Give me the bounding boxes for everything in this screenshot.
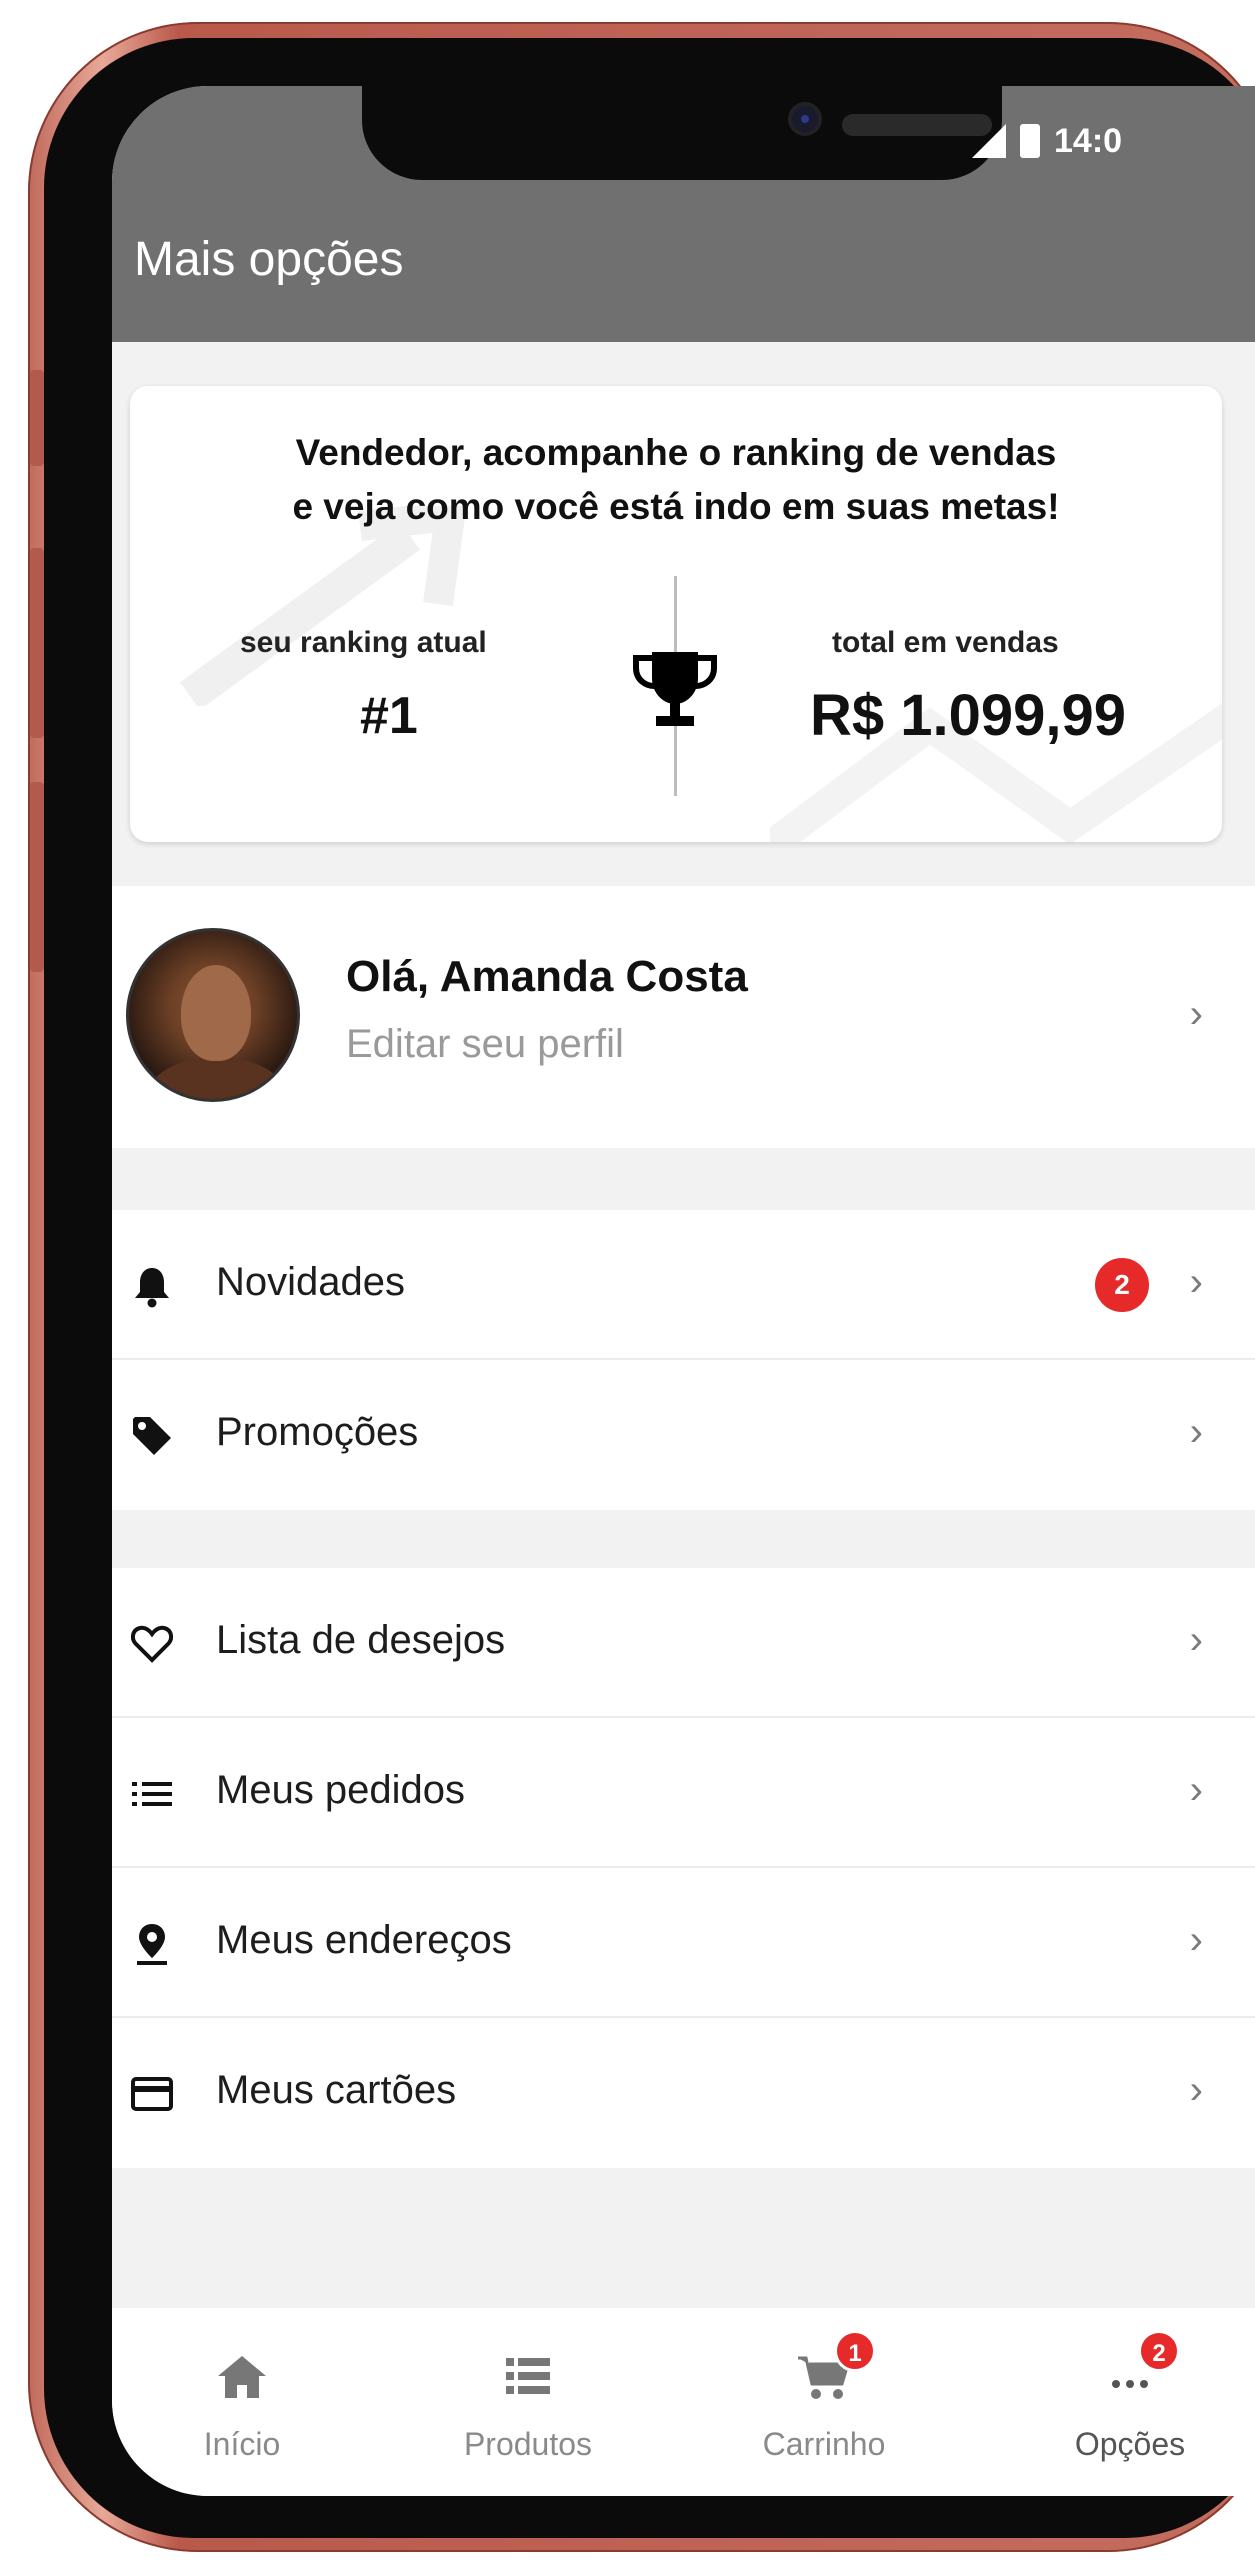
nav-opcoes[interactable]: 2 Opções	[1030, 2308, 1230, 2496]
bell-icon	[135, 1268, 169, 1308]
menu-group-account: Lista de desejos › Meus pedidos › Meus e…	[112, 1568, 1255, 2168]
bottom-navigation: Início Produtos 1 Carrinho 2 Opções	[112, 2308, 1255, 2496]
chevron-right-icon: ›	[1189, 992, 1203, 1036]
chevron-right-icon: ›	[1189, 1260, 1203, 1304]
menu-item-label: Promoções	[216, 1410, 419, 1454]
status-time: 14:0	[1054, 121, 1123, 160]
nav-label: Produtos	[463, 2426, 593, 2462]
tag-icon	[133, 1417, 171, 1455]
profile-row[interactable]: Olá, Amanda Costa Editar seu perfil ›	[112, 886, 1255, 1148]
speaker	[842, 114, 992, 136]
options-badge: 2	[1138, 2330, 1180, 2372]
ranking-headline: Vendedor, acompanhe o ranking de vendas …	[130, 426, 1222, 534]
cart-badge: 1	[834, 2330, 876, 2372]
ranking-headline-line2: e veja como você está indo em suas metas…	[292, 486, 1060, 527]
signal-icon	[972, 124, 1006, 158]
menu-item-label: Lista de desejos	[216, 1618, 506, 1662]
profile-greeting: Olá, Amanda Costa	[346, 952, 748, 1001]
trophy-icon	[633, 652, 717, 726]
menu-item-meus-enderecos[interactable]: Meus endereços ›	[112, 1868, 1255, 2018]
home-icon	[218, 2356, 266, 2398]
nav-label: Carrinho	[762, 2426, 886, 2462]
phone-side-button	[30, 370, 44, 466]
credit-card-icon	[131, 2077, 173, 2111]
list-icon	[506, 2358, 550, 2394]
chevron-right-icon: ›	[1189, 1768, 1203, 1812]
rank-label: seu ranking atual	[240, 626, 487, 659]
edit-profile-link[interactable]: Editar seu perfil	[346, 1022, 624, 1067]
menu-item-label: Meus pedidos	[216, 1768, 466, 1812]
trend-arrow-decoration	[180, 506, 467, 706]
heart-icon	[130, 1625, 174, 1663]
phone-side-button	[30, 782, 44, 972]
menu-item-lista-desejos[interactable]: Lista de desejos ›	[112, 1568, 1255, 1718]
ranking-card[interactable]: Vendedor, acompanhe o ranking de vendas …	[130, 386, 1222, 842]
list-icon	[132, 1782, 172, 1806]
nav-inicio[interactable]: Início	[142, 2308, 342, 2496]
menu-item-label: Novidades	[216, 1260, 406, 1304]
phone-side-button	[30, 548, 44, 738]
chevron-right-icon: ›	[1189, 1918, 1203, 1962]
menu-item-meus-cartoes[interactable]: Meus cartões ›	[112, 2018, 1255, 2168]
nav-carrinho[interactable]: 1 Carrinho	[724, 2308, 924, 2496]
phone-notch	[362, 86, 1002, 180]
notification-badge: 2	[1095, 1258, 1149, 1312]
battery-icon	[1020, 124, 1040, 158]
location-pin-icon	[137, 1924, 167, 1965]
rank-value: #1	[360, 687, 418, 745]
chevron-right-icon: ›	[1189, 1618, 1203, 1662]
chevron-right-icon: ›	[1189, 1410, 1203, 1454]
avatar	[126, 928, 300, 1102]
menu-item-meus-pedidos[interactable]: Meus pedidos ›	[112, 1718, 1255, 1868]
app-screen: Mais opções 14:0 Vendedor, acompanhe o r…	[112, 86, 1255, 2496]
menu-item-novidades[interactable]: Novidades 2 ›	[112, 1210, 1255, 1360]
chevron-right-icon: ›	[1189, 2068, 1203, 2112]
page-title: Mais opções	[134, 233, 404, 286]
sales-value: R$ 1.099,99	[810, 683, 1127, 748]
menu-group-news: Novidades 2 › Promoções ›	[112, 1210, 1255, 1510]
nav-label: Opções	[1074, 2426, 1186, 2462]
sales-label: total em vendas	[832, 626, 1059, 659]
nav-label: Início	[203, 2426, 281, 2462]
nav-produtos[interactable]: Produtos	[428, 2308, 628, 2496]
menu-item-label: Meus endereços	[216, 1918, 512, 1962]
ranking-headline-line1: Vendedor, acompanhe o ranking de vendas	[295, 432, 1057, 473]
menu-item-promocoes[interactable]: Promoções ›	[112, 1360, 1255, 1510]
camera	[788, 102, 822, 136]
menu-item-label: Meus cartões	[216, 2068, 457, 2112]
status-bar: 14:0	[972, 116, 1122, 166]
